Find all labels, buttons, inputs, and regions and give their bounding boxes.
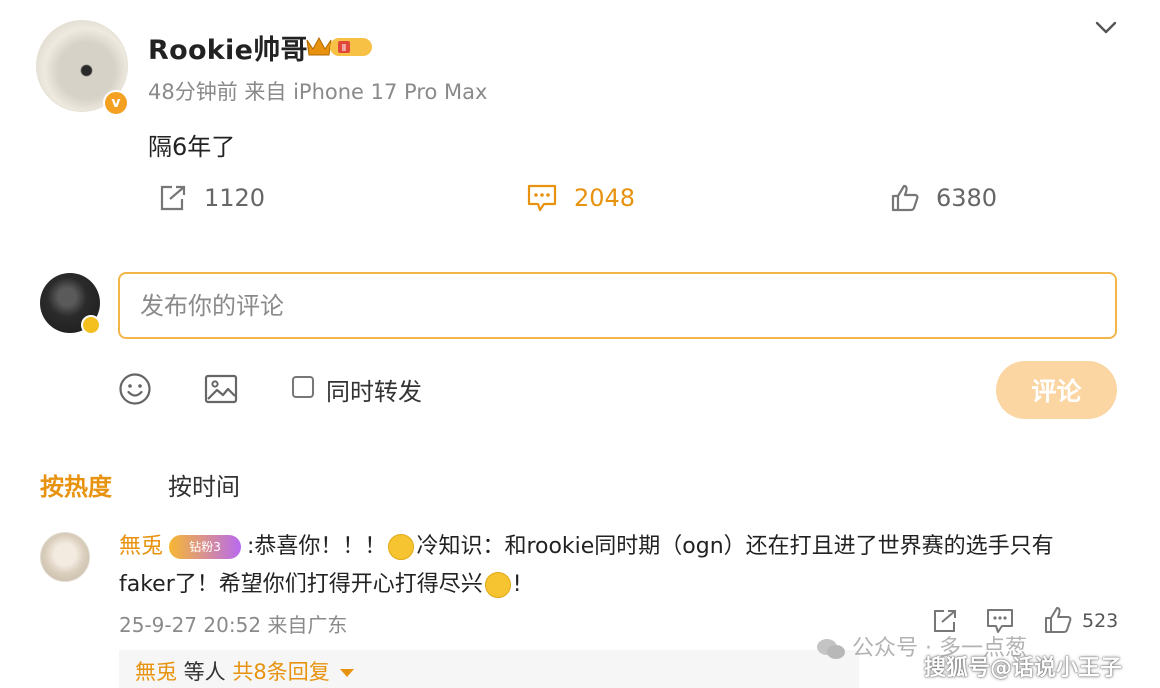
comment-text-part4: ! [512, 572, 522, 597]
also-repost-label[interactable]: 同时转发 [326, 372, 422, 407]
comment-button[interactable]: 2048 [526, 180, 635, 216]
post-text: 隔6年了 [148, 133, 236, 161]
image-icon[interactable] [204, 373, 238, 405]
comment-meta: 25-9-27 20:52 来自广东 [119, 613, 348, 637]
thumbs-up-icon [891, 184, 919, 212]
also-repost-checkbox[interactable] [292, 376, 314, 398]
verified-badge-icon [81, 315, 101, 335]
reply-mid: 等人 [177, 660, 233, 684]
wechat-icon [817, 639, 845, 659]
comment-input[interactable] [118, 272, 1117, 339]
caret-down-icon [339, 669, 354, 677]
tab-sort-hot[interactable]: 按热度 [40, 467, 112, 502]
commenter-name[interactable]: 無兎 [119, 534, 163, 559]
comment-like-count: 523 [1082, 610, 1119, 632]
comment-line-2: faker了！希望你们打得开心打得尽兴! [119, 566, 522, 598]
reply-count[interactable]: 共8条回复 [232, 660, 329, 684]
comment-line-1: 無兎 钻粉3:恭喜你！！！ 冷知识：和rookie同时期（ogn）还在打且进了世界赛… [119, 528, 1054, 560]
fan-badge: 钻粉3 [169, 535, 242, 559]
like-count: 6380 [936, 184, 998, 212]
post-meta: 48分钟前 来自 iPhone 17 Pro Max [148, 80, 488, 104]
chevron-down-icon[interactable] [1092, 14, 1120, 42]
reply-user[interactable]: 無兎 [135, 660, 177, 684]
crown-level-badge-icon: Ⅱ [306, 36, 372, 56]
svg-text:Ⅱ: Ⅱ [342, 43, 347, 54]
comment-text-part1: :恭喜你！！！ [247, 534, 387, 559]
repost-icon [160, 185, 186, 211]
comment-text-part2: 冷知识：和rookie同时期（ogn）还在打且进了世界赛的选手只有 [416, 534, 1054, 559]
comment-icon [527, 184, 557, 212]
sohu-watermark: 搜狐号@话说小王子 [924, 656, 1123, 681]
repost-button[interactable]: 1120 [158, 180, 265, 216]
verified-badge-icon: v [103, 90, 129, 116]
comment-like-icon[interactable] [1044, 606, 1072, 634]
emoji-icon[interactable] [118, 372, 152, 406]
reply-summary[interactable]: 無兎 等人 共8条回复 [135, 656, 354, 686]
tab-sort-time[interactable]: 按时间 [168, 467, 240, 502]
comment-count: 2048 [574, 184, 636, 212]
post-author-name[interactable]: Rookie帅哥 [148, 28, 308, 67]
emoji-happy-icon [484, 572, 511, 598]
repost-count: 1120 [204, 184, 266, 212]
submit-comment-button[interactable]: 评论 [996, 361, 1117, 419]
comment-text-part3: faker了！希望你们打得开心打得尽兴 [119, 572, 483, 597]
like-button[interactable]: 6380 [890, 180, 997, 216]
commenter-avatar[interactable] [40, 532, 90, 582]
emoji-shock-icon [388, 534, 415, 560]
